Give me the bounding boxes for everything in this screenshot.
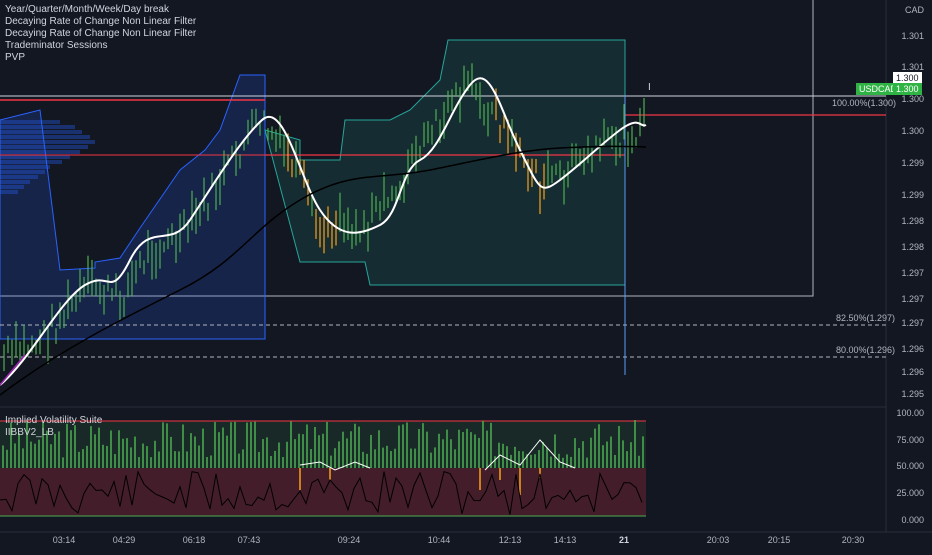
time-axis-tick: 10:44 bbox=[427, 535, 451, 545]
time-axis-tick: 20:15 bbox=[767, 535, 791, 545]
indicator-axis-tick: 100.00 bbox=[896, 408, 924, 418]
volume-profile-bar bbox=[0, 165, 50, 169]
volume-profile-bar bbox=[0, 120, 60, 124]
price-axis-tick: 1.296 bbox=[901, 367, 924, 377]
fib-label-80: 80.00%(1.296) bbox=[836, 345, 896, 355]
volume-profile-bar bbox=[0, 170, 45, 174]
volume-profile-bar bbox=[0, 190, 18, 194]
time-axis-tick: 20:03 bbox=[706, 535, 730, 545]
currency-label: CAD bbox=[904, 5, 924, 15]
time-axis-tick: 14:13 bbox=[553, 535, 577, 545]
time-axis-tick: 04:29 bbox=[112, 535, 136, 545]
price-axis-tick: 1.298 bbox=[901, 242, 924, 252]
ind-low-zone bbox=[0, 468, 646, 516]
indicator-axis-tick: 50.000 bbox=[896, 461, 924, 471]
price-axis-tick: 1.300 bbox=[901, 126, 924, 136]
price-axis-tick: 1.297 bbox=[901, 294, 924, 304]
session-zone-1 bbox=[0, 74, 266, 340]
price-axis-tick: 1.300 bbox=[901, 94, 924, 104]
fib-label-100: 100.00%(1.300) bbox=[832, 98, 897, 108]
time-axis-tick: 21 bbox=[618, 535, 630, 545]
volume-profile-bar bbox=[0, 145, 88, 149]
volume-profile-bar bbox=[0, 180, 30, 184]
legend-item-filter-2[interactable]: Decaying Rate of Change Non Linear Filte… bbox=[5, 28, 196, 40]
time-axis-tick: 03:14 bbox=[52, 535, 76, 545]
volatility-subtitle[interactable]: IIBBV2_LB bbox=[5, 427, 102, 439]
time-axis-tick: 07:43 bbox=[237, 535, 261, 545]
session-zone-2 bbox=[264, 39, 626, 286]
fib-label-82: 82.50%(1.297) bbox=[836, 313, 896, 323]
volume-profile-bar bbox=[0, 135, 90, 139]
time-axis-tick: 12:13 bbox=[498, 535, 522, 545]
legend-item-breaks[interactable]: Year/Quarter/Month/Week/Day break bbox=[5, 4, 196, 16]
volume-profile-bar bbox=[0, 150, 80, 154]
legend-item-pvp[interactable]: PVP bbox=[5, 52, 196, 64]
price-axis-tick: 1.297 bbox=[901, 268, 924, 278]
price-axis-tick: 1.296 bbox=[901, 344, 924, 354]
volume-profile-bar bbox=[0, 160, 62, 164]
legend-item-filter-1[interactable]: Decaying Rate of Change Non Linear Filte… bbox=[5, 16, 196, 28]
price-axis-tick: 1.301 bbox=[901, 62, 924, 72]
volume-profile-bar bbox=[0, 175, 38, 179]
volume-profile-bar bbox=[0, 140, 95, 144]
time-axis-tick: 09:24 bbox=[337, 535, 361, 545]
price-axis-tick: 1.295 bbox=[901, 389, 924, 399]
price-axis-tick: 1.298 bbox=[901, 216, 924, 226]
volume-profile-bar bbox=[0, 155, 70, 159]
price-axis-tick: 1.299 bbox=[901, 190, 924, 200]
indicator-axis-tick: 75.000 bbox=[896, 435, 924, 445]
cursor-marker: I bbox=[648, 82, 651, 93]
indicator-axis-tick: 0.000 bbox=[901, 515, 924, 525]
time-axis-tick: 20:30 bbox=[841, 535, 865, 545]
symbol-name: USDCAD bbox=[859, 84, 898, 94]
symbol-price-tag: 1.300 bbox=[893, 83, 922, 95]
price-axis-tick: 1.297 bbox=[901, 318, 924, 328]
volume-profile-bar bbox=[0, 125, 75, 129]
volatility-title[interactable]: Implied Volatility Suite bbox=[5, 415, 102, 427]
price-axis-tick: 1.299 bbox=[901, 158, 924, 168]
indicator-legend: Year/Quarter/Month/Week/Day break Decayi… bbox=[5, 4, 196, 64]
chart-area[interactable]: I bbox=[0, 0, 932, 550]
price-chart-svg[interactable]: I bbox=[0, 0, 932, 550]
time-axis-tick: 06:18 bbox=[182, 535, 206, 545]
price-axis-tick: 1.301 bbox=[901, 31, 924, 41]
indicator-axis-tick: 25.000 bbox=[896, 488, 924, 498]
volatility-legend: Implied Volatility Suite IIBBV2_LB bbox=[5, 415, 102, 439]
volume-profile-bar bbox=[0, 185, 24, 189]
legend-item-sessions[interactable]: Trademinator Sessions bbox=[5, 40, 196, 52]
volume-profile-bar bbox=[0, 130, 82, 134]
